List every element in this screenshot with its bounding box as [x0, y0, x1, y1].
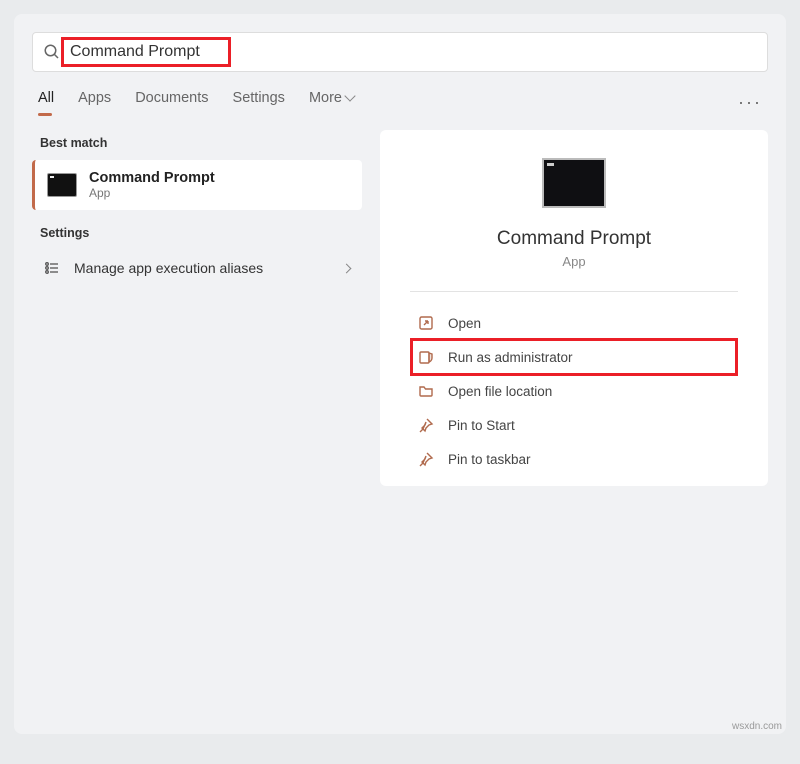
- section-best-match-label: Best match: [40, 136, 362, 150]
- action-label: Open file location: [448, 384, 552, 399]
- action-label: Run as administrator: [448, 350, 573, 365]
- result-subtitle: App: [89, 186, 215, 200]
- settings-result-aliases[interactable]: Manage app execution aliases: [32, 250, 362, 286]
- action-open[interactable]: Open: [412, 306, 736, 340]
- aliases-icon: [44, 260, 60, 276]
- watermark: wsxdn.com: [732, 721, 782, 732]
- action-open-file-location[interactable]: Open file location: [412, 374, 736, 408]
- action-pin-to-start[interactable]: Pin to Start: [412, 408, 736, 442]
- tab-all[interactable]: All: [38, 90, 54, 114]
- open-icon: [418, 315, 434, 331]
- detail-title: Command Prompt: [390, 228, 758, 250]
- action-label: Pin to taskbar: [448, 452, 531, 467]
- chevron-right-icon: [342, 263, 352, 273]
- command-prompt-icon: [47, 173, 77, 197]
- folder-icon: [418, 383, 434, 399]
- result-title: Command Prompt: [89, 170, 215, 186]
- settings-result-label: Manage app execution aliases: [74, 260, 263, 276]
- search-bar[interactable]: [32, 32, 768, 72]
- start-search-window: All Apps Documents Settings More ··· Bes…: [14, 14, 786, 734]
- detail-actions: Open Run as administrator Open file loca…: [390, 306, 758, 476]
- tab-apps[interactable]: Apps: [78, 90, 111, 114]
- divider: [410, 291, 738, 292]
- detail-subtitle: App: [390, 254, 758, 269]
- overflow-menu-button[interactable]: ···: [738, 92, 762, 113]
- detail-pane: Command Prompt App Open Run as administr…: [380, 130, 768, 486]
- search-highlight: [61, 37, 231, 67]
- action-run-as-administrator[interactable]: Run as administrator: [412, 340, 736, 374]
- pin-icon: [418, 451, 434, 467]
- action-label: Open: [448, 316, 481, 331]
- detail-app-icon: [542, 158, 606, 208]
- search-input[interactable]: [68, 40, 228, 64]
- section-settings-label: Settings: [40, 226, 362, 240]
- results-area: Best match Command Prompt App Settings M…: [32, 130, 768, 486]
- tab-documents[interactable]: Documents: [135, 90, 208, 114]
- pin-icon: [418, 417, 434, 433]
- tab-more[interactable]: More: [309, 90, 354, 114]
- chevron-down-icon: [344, 90, 355, 101]
- search-icon: [43, 43, 61, 61]
- results-list: Best match Command Prompt App Settings M…: [32, 130, 362, 486]
- shield-icon: [418, 349, 434, 365]
- filter-tabs: All Apps Documents Settings More ···: [38, 90, 762, 114]
- tab-settings[interactable]: Settings: [233, 90, 285, 114]
- action-pin-to-taskbar[interactable]: Pin to taskbar: [412, 442, 736, 476]
- best-match-result[interactable]: Command Prompt App: [32, 160, 362, 210]
- result-text: Command Prompt App: [89, 170, 215, 200]
- action-label: Pin to Start: [448, 418, 515, 433]
